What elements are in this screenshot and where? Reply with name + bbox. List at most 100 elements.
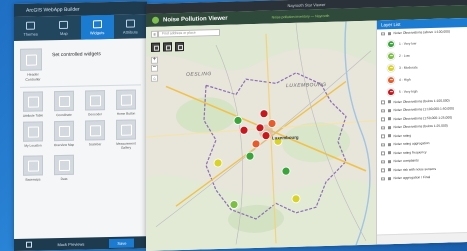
- search-menu-icon[interactable]: ≡: [151, 30, 158, 38]
- widget-tile[interactable]: [54, 90, 74, 112]
- expand-icon[interactable]: [387, 176, 391, 181]
- preview-button[interactable]: Mock Previews: [57, 241, 84, 247]
- widget-basemaps[interactable]: Basemaps: [20, 155, 46, 182]
- layer-checkbox[interactable]: [381, 168, 385, 172]
- widget-tile[interactable]: [23, 91, 43, 112]
- legend-label: 4 - High: [399, 77, 411, 82]
- layer-tool-icon[interactable]: [163, 42, 172, 52]
- expand-icon[interactable]: [387, 134, 391, 138]
- layer-checkbox[interactable]: [381, 117, 385, 121]
- divider: [20, 84, 141, 88]
- map-view[interactable]: ≡ Find address or place + − ⌂ LUXEMBOURG…: [146, 20, 376, 251]
- expand-icon[interactable]: [387, 125, 391, 130]
- widget-tile[interactable]: [23, 155, 43, 176]
- expand-icon[interactable]: [387, 159, 391, 164]
- region-label-nw: OESLING: [186, 71, 212, 78]
- layer-item[interactable]: Noise aggregation / Final: [377, 172, 467, 183]
- expand-icon[interactable]: [387, 100, 391, 104]
- widgets-icon: [92, 19, 102, 28]
- widget-tile[interactable]: [85, 120, 105, 141]
- layer-checkbox[interactable]: [381, 31, 385, 36]
- expand-icon[interactable]: [387, 151, 391, 155]
- widget-geocoder[interactable]: Geocoder: [82, 90, 108, 117]
- layer-label: Noise Observations (above 1:100,000): [393, 29, 450, 36]
- layer-label: Noise rating aggregation: [393, 141, 430, 147]
- home-icon: [120, 94, 132, 106]
- palette-icon: [26, 21, 36, 30]
- widget-scalebar[interactable]: Scalebar: [82, 120, 108, 151]
- attribute-icon: [125, 18, 135, 28]
- marker-yellow: [213, 158, 223, 168]
- marker-red: [261, 131, 271, 141]
- coordinate-icon: [58, 95, 70, 107]
- home-button[interactable]: ⌂: [151, 74, 158, 82]
- set-controlled-link[interactable]: Set controlled widgets: [52, 47, 101, 58]
- widget-measurement[interactable]: Measurement Gallery: [113, 119, 139, 150]
- widget-tile[interactable]: [116, 89, 136, 110]
- widget-tile[interactable]: [116, 119, 136, 140]
- widget-label: My Location: [24, 143, 42, 148]
- layer-label: Noise aggregation / Final: [393, 175, 431, 181]
- legend-label: 5 - Very high: [399, 88, 418, 94]
- widget-label: Scalebar: [88, 142, 102, 147]
- layer-checkbox[interactable]: [381, 151, 385, 155]
- layer-label: Noise rating: [393, 133, 412, 138]
- legend-label: 3 - Moderate: [399, 64, 418, 70]
- expand-icon[interactable]: [387, 168, 391, 172]
- widget-grid: Attribute Table Coordinate Geocoder Home…: [20, 89, 141, 182]
- layer-checkbox[interactable]: [381, 142, 385, 147]
- widget-label: Basemaps: [25, 177, 41, 182]
- layer-checkbox[interactable]: [381, 100, 385, 104]
- basemap-gallery-icon[interactable]: [151, 42, 160, 52]
- home-icon[interactable]: [26, 241, 33, 248]
- layer-checkbox[interactable]: [381, 159, 385, 164]
- layer-checkbox[interactable]: [381, 108, 385, 113]
- legend-dot-icon: [387, 63, 395, 72]
- app-top-title: Nayrooth Star Viewer: [287, 1, 326, 8]
- layer-checkbox[interactable]: [381, 176, 385, 181]
- city-label-main: Luxembourg: [272, 134, 299, 141]
- widget-label: Overview Map: [53, 142, 75, 148]
- widget-tile[interactable]: [54, 154, 74, 176]
- expand-icon[interactable]: [387, 108, 391, 113]
- legend-label: 2 - Low: [399, 53, 410, 58]
- widget-attribute-table[interactable]: Attribute Table: [20, 91, 46, 118]
- legend-dot-icon: [387, 39, 395, 48]
- widget-tile[interactable]: [54, 120, 74, 142]
- widget-my-location[interactable]: My Location: [20, 121, 46, 152]
- layer-list-panel: Layer List Noise Observations (above 1:1…: [376, 18, 467, 245]
- basemap-icon: [27, 159, 39, 172]
- tab-map[interactable]: Map: [47, 16, 80, 41]
- widget-label: Geocoder: [88, 112, 102, 117]
- widget-overview-map[interactable]: Overview Map: [51, 120, 77, 152]
- tab-themes[interactable]: Themes: [14, 16, 47, 41]
- marker-green: [229, 200, 239, 209]
- widget-home-button[interactable]: Home Button: [113, 89, 139, 116]
- tab-widgets[interactable]: Widgets: [80, 14, 114, 40]
- builder-body: Header Controller Set controlled widgets…: [14, 38, 147, 186]
- zoom-out-button[interactable]: −: [151, 64, 158, 72]
- tab-attribute[interactable]: Attribute: [114, 14, 147, 39]
- app-subtitle: Noise pollution inventory — Nayrooth: [271, 13, 330, 19]
- layer-checkbox[interactable]: [381, 134, 385, 138]
- data-icon: [58, 159, 70, 171]
- map-icon: [59, 20, 69, 29]
- widget-tile[interactable]: [85, 90, 105, 111]
- zoom-in-button[interactable]: +: [151, 56, 158, 64]
- widget-coordinate[interactable]: Coordinate: [51, 90, 77, 118]
- widget-data[interactable]: Data: [51, 154, 77, 182]
- app-window: Nayrooth Star Viewer Noise Pollution Vie…: [146, 0, 467, 251]
- save-button[interactable]: Save: [109, 237, 135, 248]
- widget-tile[interactable]: [23, 121, 43, 142]
- app-logo-icon: [152, 16, 159, 24]
- expand-icon[interactable]: [387, 142, 391, 147]
- map-canvas[interactable]: [146, 20, 376, 251]
- measure-icon: [120, 124, 132, 136]
- set-controlled-row: Header Controller Set controlled widgets: [20, 46, 141, 82]
- legend-label: 1 - Very low: [399, 40, 417, 46]
- expand-icon[interactable]: [387, 117, 391, 121]
- header-controller-tile[interactable]: [20, 48, 42, 71]
- expand-icon[interactable]: [387, 31, 391, 36]
- measure-tool-icon[interactable]: [175, 41, 184, 52]
- layer-checkbox[interactable]: [381, 125, 385, 130]
